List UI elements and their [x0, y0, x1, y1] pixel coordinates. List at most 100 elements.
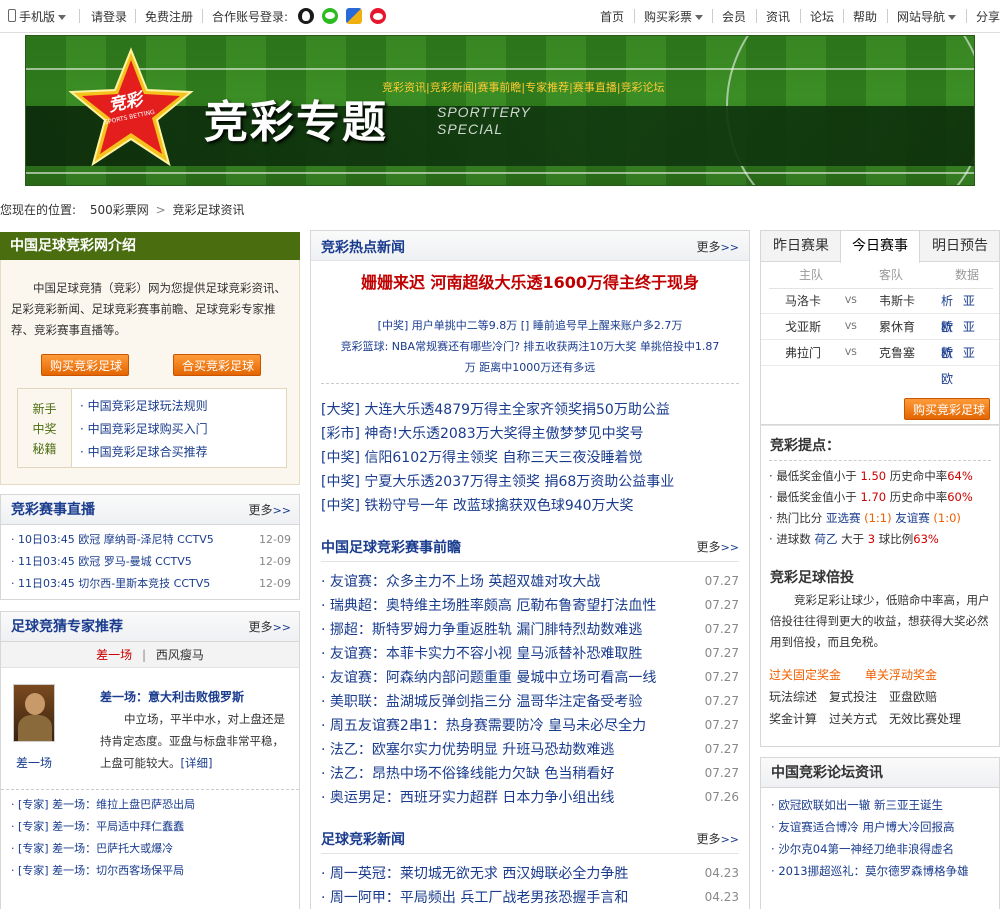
col-away: 客队	[879, 268, 904, 282]
expert-tab-other[interactable]: 西风瘦马	[156, 648, 204, 662]
forum-row[interactable]: · 欧冠欧联如出一辙 新三亚王诞生	[761, 794, 999, 816]
tips-block: 新手 中奖 秘籍 · 中国竞彩足球玩法规则 · 中国竞彩足球购买入门 · 中国竞彩足…	[17, 388, 287, 468]
live-row[interactable]: · 11日03:45 欧冠 罗马-曼城 CCTV5 12-09	[1, 551, 299, 573]
match-row[interactable]: 戈亚斯 VS 累休育 析 亚 欧	[761, 314, 999, 360]
guide-link-intro[interactable]: · 中国竞彩足球购买入门	[80, 418, 208, 441]
tab-today-matches[interactable]: 今日赛事	[840, 231, 920, 263]
news-item[interactable]: · 周一英冠：莱切城无欲无求 西汉姆联必全力争胜	[321, 863, 628, 883]
nav-share[interactable]: 分享	[976, 8, 1000, 25]
forum-row[interactable]: · 沙尔克04第一神经刀绝非浪得虚名	[761, 838, 999, 860]
tool-play-overview[interactable]: 玩法综述	[769, 690, 817, 704]
intro-text: 中国足球竞猜（竞彩）网为您提供足球竞彩资讯、足彩竞彩新闻、足球竞彩赛事前瞻、足球…	[11, 281, 286, 337]
preview-more-link[interactable]: 更多>>	[697, 538, 739, 555]
preview-item[interactable]: · 奥运男足：西班牙实力超群 日本力争小组出线	[321, 787, 614, 807]
match-tabs: 昨日赛果 今日赛事 明日预告	[760, 230, 1000, 263]
tool-pass-mode[interactable]: 过关方式	[829, 712, 877, 726]
tab-yesterday-results[interactable]: 昨日赛果	[761, 231, 841, 262]
forum-row[interactable]: · 友谊赛适合博冷 用户博大冷回报高	[761, 816, 999, 838]
multiply-text: 竞彩足彩让球少，低赔命中率高，用户倍投往往得到更大的收益，想获得大奖必然用到倍投…	[770, 593, 990, 649]
hot-small-line[interactable]: 竞彩篮球: NBA常规赛还有哪些冷门? 排五收获两注10万大奖 单挑倍投中1.8…	[311, 336, 749, 357]
preview-item[interactable]: · 法乙：欧塞尔实力优势明显 升班马恐劫数难逃	[321, 739, 614, 759]
col-data: 数据	[955, 268, 980, 282]
nav-news[interactable]: 资讯	[766, 8, 790, 25]
expert-row[interactable]: · [专家] 差一场：平局适中拜仁蠢蠢	[1, 816, 299, 838]
hot-list-item[interactable]: [中奖] 宁夏大乐透2037万得主领奖 捐68万资助公益事业	[321, 471, 674, 491]
hot-news-more-link[interactable]: 更多>>	[697, 238, 739, 255]
weibo-icon[interactable]	[370, 8, 386, 24]
hot-list-item[interactable]: [大奖] 大连大乐透4879万得主全家齐领奖捐50万助公益	[321, 399, 670, 419]
expert-row[interactable]: · [专家] 差一场：巴萨托大或爆冷	[1, 838, 299, 860]
match-data-links[interactable]: 析 亚 欧	[941, 340, 999, 392]
nav-home[interactable]: 首页	[600, 8, 624, 25]
expert-detail-link[interactable]: [详细]	[181, 756, 213, 770]
tool-invalid-match[interactable]: 无效比赛处理	[889, 712, 961, 726]
tool-fixed-prize[interactable]: 过关固定奖金	[769, 668, 841, 682]
tip-row: · 进球数 荷乙 大于 3 球比例63%	[769, 532, 939, 546]
tool-prize-calc[interactable]: 奖金计算	[769, 712, 817, 726]
news-item[interactable]: · 周一阿甲：平局频出 兵工厂战老男孩恐握手言和	[321, 887, 628, 907]
forum-title: 中国竞彩论坛资讯	[761, 758, 999, 788]
hot-small-line[interactable]: 万 距离中1000万还有多远	[311, 357, 749, 378]
shield-icon[interactable]	[346, 8, 362, 24]
news-more-link[interactable]: 更多>>	[697, 830, 739, 847]
breadcrumb-current[interactable]: 竞彩足球资讯	[173, 203, 245, 217]
hot-headline[interactable]: 姗姗来迟 河南超级大乐透1600万得主终于现身	[311, 269, 749, 293]
preview-item[interactable]: · 友谊赛：众多主力不上场 英超双雄对攻大战	[321, 571, 600, 591]
buy-football-button-right[interactable]: 购买竞彩足球	[904, 398, 990, 420]
live-panel: 竞彩赛事直播 更多>> · 10日03:45 欧冠 摩纳哥-泽尼特 CCTV5 12…	[0, 494, 300, 600]
nav-buy-lottery[interactable]: 购买彩票	[644, 8, 704, 25]
forum-row[interactable]: · 2013挪超巡礼：莫尔德罗森博格争雄	[761, 860, 999, 882]
tool-float-prize[interactable]: 单关浮动奖金	[865, 668, 937, 682]
preview-item[interactable]: · 法乙：昂热中场不俗锋线能力欠缺 色当稍看好	[321, 763, 614, 783]
breadcrumb: 您现在的位置: 500彩票网 > 竞彩足球资讯	[0, 203, 245, 217]
preview-item[interactable]: · 瑞典超：奥特维主场胜率颇高 厄勒布鲁寄望打法血性	[321, 595, 656, 615]
expert-row[interactable]: · [专家] 差一场：切尔西客场保平局	[1, 860, 299, 882]
expert-tab-active[interactable]: 差一场	[96, 648, 132, 662]
breadcrumb-home[interactable]: 500彩票网	[90, 203, 149, 217]
preview-item[interactable]: · 挪超：斯特罗姆力争重返胜轨 漏门腓特烈劫数难逃	[321, 619, 642, 639]
expert-summary: 中立场，平半中水，对上盘还是持肯定态度。亚盘与标盘非常平稳，上盘可能较大。[详细…	[100, 712, 285, 770]
mobile-icon	[8, 9, 16, 22]
intro-title: 中国足球竞彩网介绍	[0, 232, 300, 260]
multiply-title: 竞彩足球倍投	[770, 570, 854, 586]
preview-item[interactable]: · 友谊赛：阿森纳内部问题重重 曼城中立场可看高一线	[321, 667, 656, 687]
expert-more-link[interactable]: 更多>>	[249, 612, 291, 643]
nav-member[interactable]: 会员	[722, 8, 746, 25]
guide-link-group[interactable]: · 中国竞彩足球合买推荐	[80, 441, 208, 464]
preview-title: 中国足球竞彩赛事前瞻	[321, 540, 461, 556]
preview-item[interactable]: · 友谊赛：本菲卡实力不容小视 皇马派替补恐难取胜	[321, 643, 642, 663]
guide-link-rules[interactable]: · 中国竞彩足球玩法规则	[80, 395, 208, 418]
group-buy-button[interactable]: 合买竞彩足球	[173, 354, 261, 376]
tool-asian-odds[interactable]: 亚盘欧赔	[889, 690, 937, 704]
expert-row[interactable]: · [专家] 差一场：维拉上盘巴萨恐出局	[1, 794, 299, 816]
hot-list-item[interactable]: [中奖] 铁粉守号一年 改蓝球擒获双色球940万大奖	[321, 495, 634, 515]
chevron-down-icon	[948, 15, 957, 20]
match-row[interactable]: 弗拉门 VS 克鲁塞 析 亚 欧	[761, 340, 999, 386]
nav-help[interactable]: 帮助	[853, 8, 877, 25]
preview-item[interactable]: · 美职联：盐湖城反弹剑指三分 温哥华注定备受考验	[321, 691, 642, 711]
expert-name[interactable]: 差一场	[16, 754, 52, 771]
preview-item[interactable]: · 周五友谊赛2串1：热身赛需要防冷 皇马未必尽全力	[321, 715, 646, 735]
expert-avatar[interactable]	[13, 684, 55, 742]
hot-list-item[interactable]: [彩市] 神奇!大乐透2083万大奖得主傲梦梦见中奖号	[321, 423, 644, 443]
live-row[interactable]: · 11日03:45 切尔西-里斯本竞技 CCTV5 12-09	[1, 573, 299, 595]
mobile-version-link[interactable]: 手机版	[19, 8, 67, 25]
expert-headline[interactable]: 差一场：意大利击败俄罗斯	[100, 688, 244, 705]
match-row[interactable]: 马洛卡 VS 韦斯卡 析 亚 欧	[761, 288, 999, 334]
register-link[interactable]: 免费注册	[145, 8, 193, 25]
buy-football-button[interactable]: 购买竞彩足球	[41, 354, 129, 376]
banner-links[interactable]: 竞彩资讯|竞彩新闻|赛事前瞻|专家推荐|赛事直播|竞彩论坛	[382, 79, 665, 95]
login-link[interactable]: 请登录	[91, 8, 127, 25]
qq-icon[interactable]	[298, 8, 314, 24]
tips-title: 竞彩提点：	[770, 438, 840, 454]
tip-row: · 最低奖金值小于 1.50 历史命中率64%	[769, 469, 973, 483]
nav-forum[interactable]: 论坛	[810, 8, 834, 25]
hot-small-line[interactable]: [中奖] 用户单挑中二等9.8万 [] 睡前追号早上醒来账户多2.7万	[311, 315, 749, 336]
live-row[interactable]: · 10日03:45 欧冠 摩纳哥-泽尼特 CCTV5 12-09	[1, 529, 299, 551]
live-more-link[interactable]: 更多>>	[249, 495, 291, 526]
tool-multi-bet[interactable]: 复式投注	[829, 690, 877, 704]
hot-list-item[interactable]: [中奖] 信阳6102万得主领奖 自称三天三夜没睡着觉	[321, 447, 642, 467]
nav-site-map[interactable]: 网站导航	[897, 8, 957, 25]
tab-tomorrow-preview[interactable]: 明日预告	[920, 231, 1000, 262]
wechat-icon[interactable]	[322, 8, 338, 24]
